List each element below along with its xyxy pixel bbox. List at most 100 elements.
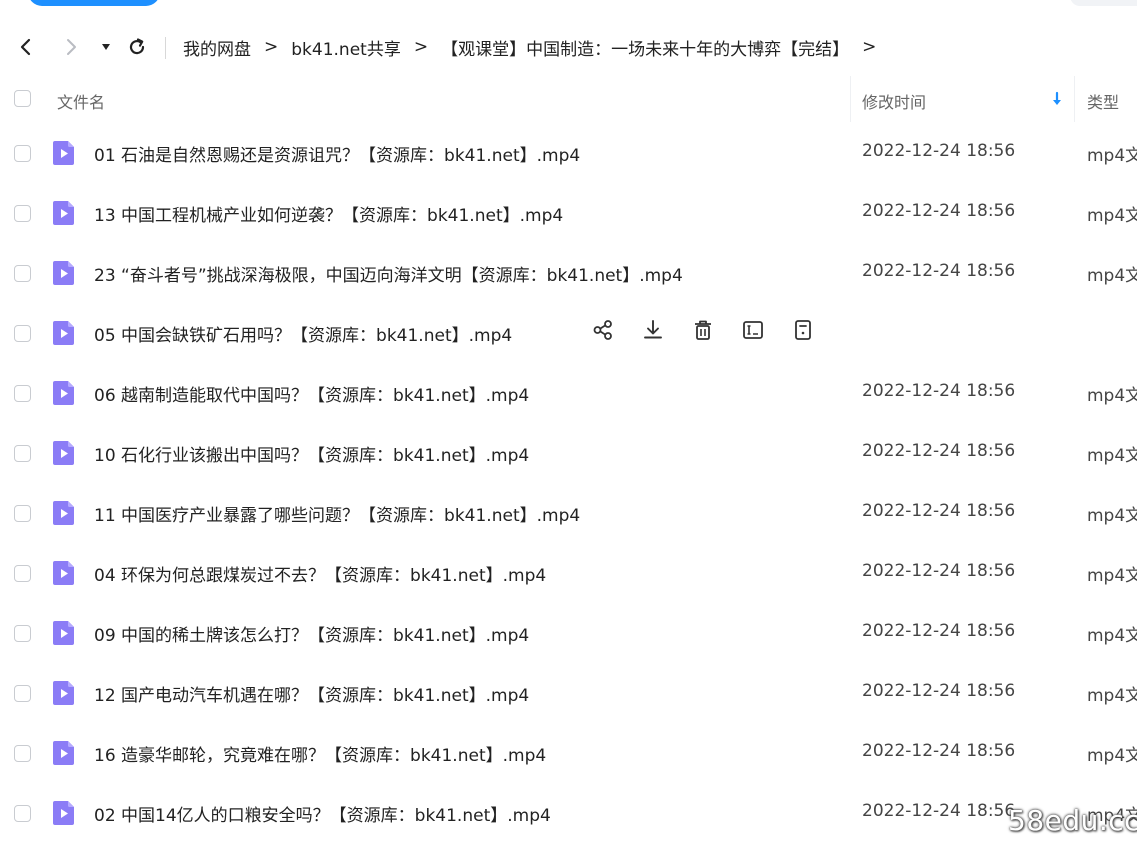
video-file-icon: [52, 440, 76, 466]
nav-divider: [165, 37, 166, 59]
file-modified-time: 2022-12-24 18:56: [862, 201, 1016, 221]
row-checkbox[interactable]: [14, 745, 31, 762]
table-row[interactable]: 13 中国工程机械产业如何逆袭？【资源库：bk41.net】.mp4 2022-1…: [0, 183, 1137, 243]
table-row[interactable]: 06 越南制造能取代中国吗？【资源库：bk41.net】.mp4 2022-12-…: [0, 363, 1137, 423]
file-modified-time: 2022-12-24 18:56: [862, 621, 1016, 641]
table-row[interactable]: 11 中国医疗产业暴露了哪些问题？【资源库：bk41.net】.mp4 2022-…: [0, 483, 1137, 543]
forward-button[interactable]: [57, 24, 85, 70]
back-button[interactable]: [12, 24, 40, 70]
video-file-icon: [52, 140, 76, 166]
breadcrumb-current-folder[interactable]: 【观课堂】中国制造：一场未来十年的大博弈【完结】: [441, 35, 849, 60]
file-name[interactable]: 09 中国的稀土牌该怎么打？【资源库：bk41.net】.mp4: [94, 621, 529, 646]
file-modified-time: 2022-12-24 18:56: [862, 741, 1016, 761]
rename-button[interactable]: [740, 319, 766, 345]
table-row[interactable]: 16 造豪华邮轮，究竟难在哪？【资源库：bk41.net】.mp4 2022-12…: [0, 723, 1137, 783]
table-row[interactable]: 09 中国的稀土牌该怎么打？【资源库：bk41.net】.mp4 2022-12-…: [0, 603, 1137, 663]
refresh-button[interactable]: [123, 24, 151, 70]
table-row[interactable]: 01 石油是自然恩赐还是资源诅咒？【资源库：bk41.net】.mp4 2022-…: [0, 123, 1137, 183]
file-name[interactable]: 11 中国医疗产业暴露了哪些问题？【资源库：bk41.net】.mp4: [94, 501, 580, 526]
file-type: mp4文: [1087, 206, 1137, 226]
column-divider: [850, 76, 851, 122]
video-file-icon: [52, 500, 76, 526]
table-row[interactable]: 12 国产电动汽车机遇在哪？【资源库：bk41.net】.mp4 2022-12-…: [0, 663, 1137, 723]
delete-icon: [692, 319, 714, 345]
header-modified-time[interactable]: 修改时间: [862, 89, 926, 113]
file-type: mp4文: [1087, 626, 1137, 646]
file-name[interactable]: 16 造豪华邮轮，究竟难在哪？【资源库：bk41.net】.mp4: [94, 741, 546, 766]
file-modified-time: 2022-12-24 18:56: [862, 801, 1016, 821]
watermark-text: 58edu.cc: [1008, 804, 1137, 837]
table-row[interactable]: 02 中国14亿人的口粮安全吗？【资源库：bk41.net】.mp4 2022-1…: [0, 783, 1137, 843]
row-checkbox[interactable]: [14, 145, 31, 162]
row-checkbox[interactable]: [14, 685, 31, 702]
video-file-icon: [52, 680, 76, 706]
breadcrumb: 我的网盘 > bk41.net共享 > 【观课堂】中国制造：一场未来十年的大博弈…: [183, 24, 889, 70]
header-filename[interactable]: 文件名: [57, 89, 105, 113]
navigation-bar: 我的网盘 > bk41.net共享 > 【观课堂】中国制造：一场未来十年的大博弈…: [0, 24, 1137, 70]
file-name[interactable]: 02 中国14亿人的口粮安全吗？【资源库：bk41.net】.mp4: [94, 801, 551, 826]
row-checkbox[interactable]: [14, 205, 31, 222]
file-type: mp4文: [1087, 686, 1137, 706]
row-checkbox[interactable]: [14, 265, 31, 282]
row-checkbox[interactable]: [14, 505, 31, 522]
header-type[interactable]: 类型: [1087, 89, 1119, 113]
download-button[interactable]: [640, 319, 666, 345]
rename-icon: [742, 319, 764, 345]
file-name[interactable]: 04 环保为何总跟煤炭过不去？【资源库：bk41.net】.mp4: [94, 561, 546, 586]
file-name[interactable]: 01 石油是自然恩赐还是资源诅咒？【资源库：bk41.net】.mp4: [94, 141, 580, 166]
video-file-icon: [52, 620, 76, 646]
share-button[interactable]: [590, 319, 616, 345]
file-modified-time: 2022-12-24 18:56: [862, 261, 1016, 281]
file-type: mp4文: [1087, 746, 1137, 766]
video-file-icon: [52, 740, 76, 766]
row-checkbox[interactable]: [14, 805, 31, 822]
file-name[interactable]: 10 石化行业该搬出中国吗？【资源库：bk41.net】.mp4: [94, 441, 529, 466]
breadcrumb-shared-folder[interactable]: bk41.net共享: [291, 35, 401, 60]
download-icon: [642, 319, 664, 345]
file-type: mp4文: [1087, 506, 1137, 526]
row-checkbox[interactable]: [14, 565, 31, 582]
row-checkbox[interactable]: [14, 385, 31, 402]
file-name[interactable]: 23 “奋斗者号”挑战深海极限，中国迈向海洋文明【资源库：bk41.net】.m…: [94, 261, 683, 286]
file-modified-time: 2022-12-24 18:56: [862, 501, 1016, 521]
breadcrumb-separator: >: [413, 37, 429, 57]
row-checkbox[interactable]: [14, 445, 31, 462]
row-checkbox[interactable]: [14, 625, 31, 642]
breadcrumb-separator: >: [862, 37, 877, 57]
file-type: mp4文: [1087, 566, 1137, 586]
file-modified-time: 2022-12-24 18:56: [862, 561, 1016, 581]
breadcrumb-my-drive[interactable]: 我的网盘: [183, 35, 251, 60]
video-file-icon: [52, 200, 76, 226]
delete-button[interactable]: [690, 319, 716, 345]
video-file-icon: [52, 800, 76, 826]
refresh-icon: [129, 38, 145, 55]
file-modified-time: 2022-12-24 18:56: [862, 141, 1016, 161]
select-all-checkbox[interactable]: [14, 90, 31, 107]
file-type: mp4文: [1087, 266, 1137, 286]
row-checkbox[interactable]: [14, 325, 31, 342]
history-dropdown-button[interactable]: [92, 24, 120, 70]
table-row[interactable]: 04 环保为何总跟煤炭过不去？【资源库：bk41.net】.mp4 2022-12…: [0, 543, 1137, 603]
chevron-left-icon: [20, 38, 31, 56]
file-name[interactable]: 12 国产电动汽车机遇在哪？【资源库：bk41.net】.mp4: [94, 681, 529, 706]
table-row[interactable]: 23 “奋斗者号”挑战深海极限，中国迈向海洋文明【资源库：bk41.net】.m…: [0, 243, 1137, 303]
column-divider: [1074, 76, 1075, 122]
table-row[interactable]: 10 石化行业该搬出中国吗？【资源库：bk41.net】.mp4 2022-12-…: [0, 423, 1137, 483]
breadcrumb-separator: >: [264, 37, 279, 57]
file-name[interactable]: 13 中国工程机械产业如何逆袭？【资源库：bk41.net】.mp4: [94, 201, 563, 226]
more-info-icon: [792, 319, 814, 345]
file-modified-time: 2022-12-24 18:56: [862, 381, 1016, 401]
file-name[interactable]: 06 越南制造能取代中国吗？【资源库：bk41.net】.mp4: [94, 381, 529, 406]
video-file-icon: [52, 260, 76, 286]
upload-button[interactable]: [28, 0, 160, 6]
row-action-toolbar: [590, 319, 816, 345]
chevron-right-icon: [67, 39, 76, 55]
arrow-down-icon: [1053, 91, 1061, 105]
sort-desc-button[interactable]: [1051, 91, 1063, 111]
video-file-icon: [52, 380, 76, 406]
top-right-control[interactable]: [1070, 0, 1137, 6]
table-row[interactable]: 05 中国会缺铁矿石用吗？【资源库：bk41.net】.mp4: [0, 303, 1137, 363]
file-type: mp4文: [1087, 146, 1137, 166]
more-info-button[interactable]: [790, 319, 816, 345]
file-name[interactable]: 05 中国会缺铁矿石用吗？【资源库：bk41.net】.mp4: [94, 321, 512, 346]
